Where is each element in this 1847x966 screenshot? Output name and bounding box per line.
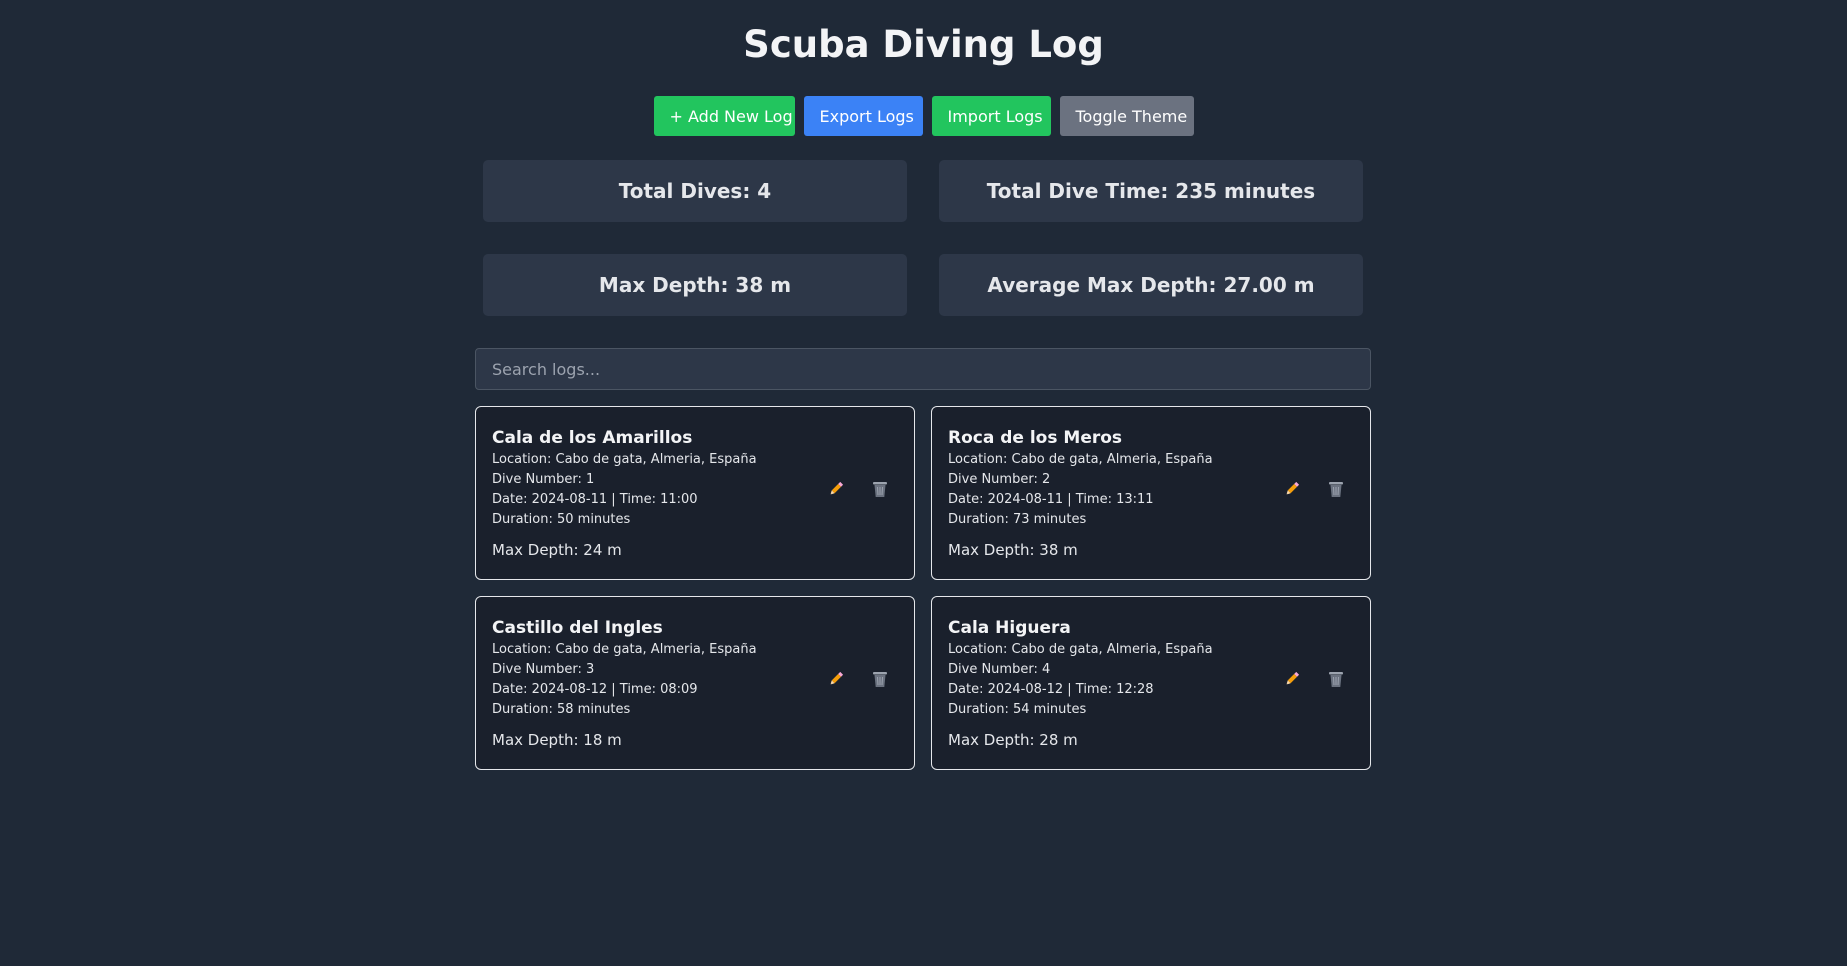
log-card: Castillo del Ingles Location: Cabo de ga…	[475, 596, 915, 770]
log-duration: Duration: 50 minutes	[492, 512, 631, 527]
log-name: Roca de los Meros	[948, 428, 1123, 448]
search-input[interactable]	[475, 348, 1371, 390]
log-name: Cala Higuera	[948, 618, 1071, 638]
trash-icon[interactable]	[870, 669, 890, 689]
log-location: Location: Cabo de gata, Almeria, España	[492, 642, 757, 657]
log-max-depth: Max Depth: 18 m	[492, 731, 622, 749]
log-card: Cala Higuera Location: Cabo de gata, Alm…	[931, 596, 1371, 770]
log-actions	[826, 479, 890, 499]
stat-max-depth: Max Depth: 38 m	[483, 254, 907, 316]
log-location: Location: Cabo de gata, Almeria, España	[492, 452, 757, 467]
pencil-icon[interactable]	[1282, 669, 1302, 689]
trash-icon[interactable]	[1326, 669, 1346, 689]
log-card: Cala de los Amarillos Location: Cabo de …	[475, 406, 915, 580]
stat-total-dive-time: Total Dive Time: 235 minutes	[939, 160, 1363, 222]
log-duration: Duration: 58 minutes	[492, 702, 631, 717]
log-max-depth: Max Depth: 28 m	[948, 731, 1078, 749]
log-actions	[1282, 669, 1346, 689]
log-card: Roca de los Meros Location: Cabo de gata…	[931, 406, 1371, 580]
log-location: Location: Cabo de gata, Almeria, España	[948, 642, 1213, 657]
import-logs-button[interactable]: Import Logs	[931, 96, 1051, 136]
pencil-icon[interactable]	[826, 479, 846, 499]
pencil-icon[interactable]	[826, 669, 846, 689]
export-logs-button[interactable]: Export Logs	[803, 96, 923, 136]
toolbar: + Add New Log Export Logs Import Logs To…	[0, 96, 1847, 136]
stat-average-max-depth: Average Max Depth: 27.00 m	[939, 254, 1363, 316]
add-new-log-button[interactable]: + Add New Log	[653, 96, 795, 136]
log-max-depth: Max Depth: 24 m	[492, 541, 622, 559]
trash-icon[interactable]	[1326, 479, 1346, 499]
trash-icon[interactable]	[870, 479, 890, 499]
toggle-theme-button[interactable]: Toggle Theme	[1059, 96, 1194, 136]
pencil-icon[interactable]	[1282, 479, 1302, 499]
log-name: Castillo del Ingles	[492, 618, 663, 638]
log-actions	[826, 669, 890, 689]
log-name: Cala de los Amarillos	[492, 428, 693, 448]
log-duration: Duration: 54 minutes	[948, 702, 1087, 717]
page-title: Scuba Diving Log	[743, 23, 1104, 66]
log-location: Location: Cabo de gata, Almeria, España	[948, 452, 1213, 467]
app: Scuba Diving Log + Add New Log Export Lo…	[0, 0, 1847, 966]
log-max-depth: Max Depth: 38 m	[948, 541, 1078, 559]
stat-total-dives: Total Dives: 4	[483, 160, 907, 222]
log-duration: Duration: 73 minutes	[948, 512, 1087, 527]
log-actions	[1282, 479, 1346, 499]
